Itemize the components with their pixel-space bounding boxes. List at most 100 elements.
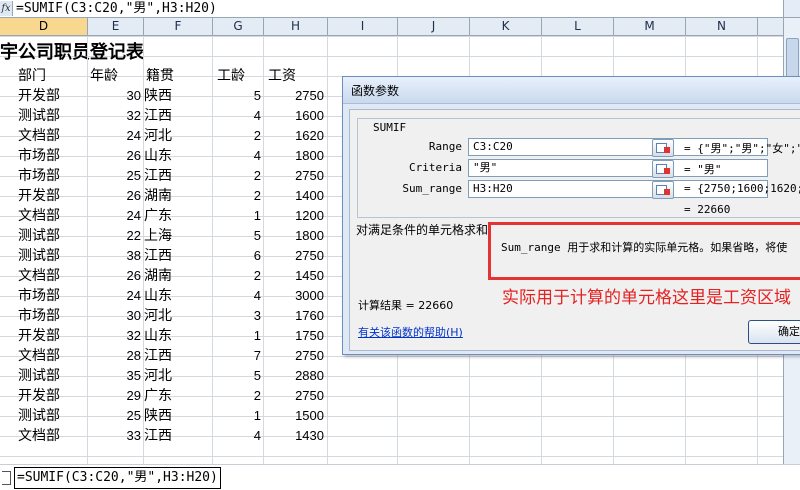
column-header-l[interactable]: L: [542, 18, 614, 35]
cell-salary[interactable]: 3000: [264, 286, 324, 306]
cell-age[interactable]: 29: [88, 386, 141, 406]
active-cell-formula[interactable]: =SUMIF(C3:C20,"男",H3:H20): [14, 467, 221, 489]
cell-tenure[interactable]: 5: [213, 366, 261, 386]
cell-age[interactable]: 32: [88, 106, 141, 126]
cell-age[interactable]: 25: [88, 406, 141, 426]
cell-origin[interactable]: 河北: [144, 306, 204, 326]
cell-origin[interactable]: 陕西: [144, 86, 204, 106]
ok-button[interactable]: 确定: [748, 320, 800, 344]
cell-tenure[interactable]: 2: [213, 186, 261, 206]
cell-salary[interactable]: 1620: [264, 126, 324, 146]
cell-salary[interactable]: 2750: [264, 246, 324, 266]
cell-salary[interactable]: 1760: [264, 306, 324, 326]
cell-dept[interactable]: 开发部: [18, 386, 88, 406]
column-title-tenure[interactable]: 工龄: [217, 66, 261, 86]
cell-dept[interactable]: 市场部: [18, 166, 88, 186]
criteria-input[interactable]: "男": [468, 159, 768, 177]
cell-dept[interactable]: 开发部: [18, 186, 88, 206]
cell-salary[interactable]: 2750: [264, 166, 324, 186]
formula-input[interactable]: =SUMIF(C3:C20,"男",H3:H20): [16, 0, 217, 17]
column-header-g[interactable]: G: [213, 18, 264, 35]
cell-age[interactable]: 33: [88, 426, 141, 446]
cell-dept[interactable]: 开发部: [18, 326, 88, 346]
dialog-titlebar[interactable]: 函数参数: [343, 77, 800, 104]
column-title-salary[interactable]: 工资: [268, 66, 324, 86]
cell-origin[interactable]: 湖南: [144, 266, 204, 286]
cell-tenure[interactable]: 2: [213, 266, 261, 286]
cell-age[interactable]: 28: [88, 346, 141, 366]
cell-age[interactable]: 24: [88, 126, 141, 146]
cell-tenure[interactable]: 4: [213, 146, 261, 166]
cell-origin[interactable]: 河北: [144, 366, 204, 386]
cell-tenure[interactable]: 1: [213, 406, 261, 426]
cell-dept[interactable]: 测试部: [18, 406, 88, 426]
cell-age[interactable]: 26: [88, 146, 141, 166]
cell-origin[interactable]: 湖南: [144, 186, 204, 206]
cell-salary[interactable]: 1750: [264, 326, 324, 346]
function-help-link[interactable]: 有关该函数的帮助(H): [358, 324, 463, 340]
cell-salary[interactable]: 1200: [264, 206, 324, 226]
cell-age[interactable]: 30: [88, 86, 141, 106]
cell-age[interactable]: 30: [88, 306, 141, 326]
cell-origin[interactable]: 广东: [144, 206, 204, 226]
cell-salary[interactable]: 1450: [264, 266, 324, 286]
cell-salary[interactable]: 1600: [264, 106, 324, 126]
column-header-h[interactable]: H: [264, 18, 328, 35]
cell-tenure[interactable]: 1: [213, 206, 261, 226]
range-collapse-button[interactable]: [652, 139, 674, 157]
column-title-dept[interactable]: 部门: [18, 66, 88, 86]
cell-origin[interactable]: 山东: [144, 146, 204, 166]
cell-salary[interactable]: 1800: [264, 226, 324, 246]
cell-dept[interactable]: 文档部: [18, 266, 88, 286]
cell-dept[interactable]: 文档部: [18, 426, 88, 446]
column-header-e[interactable]: E: [88, 18, 144, 35]
cell-dept[interactable]: 测试部: [18, 246, 88, 266]
cell-salary[interactable]: 2750: [264, 346, 324, 366]
cell-origin[interactable]: 上海: [144, 226, 204, 246]
cell-age[interactable]: 24: [88, 286, 141, 306]
cell-salary[interactable]: 2880: [264, 366, 324, 386]
cell-tenure[interactable]: 1: [213, 326, 261, 346]
cell-tenure[interactable]: 4: [213, 426, 261, 446]
cell-origin[interactable]: 江西: [144, 246, 204, 266]
cell-origin[interactable]: 江西: [144, 166, 204, 186]
cell-tenure[interactable]: 2: [213, 166, 261, 186]
cell-salary[interactable]: 1500: [264, 406, 324, 426]
cell-salary[interactable]: 1430: [264, 426, 324, 446]
cell-origin[interactable]: 河北: [144, 126, 204, 146]
cell-origin[interactable]: 广东: [144, 386, 204, 406]
column-header-j[interactable]: J: [398, 18, 470, 35]
cell-dept[interactable]: 测试部: [18, 366, 88, 386]
column-header-n[interactable]: N: [686, 18, 758, 35]
cell-age[interactable]: 35: [88, 366, 141, 386]
column-header-f[interactable]: F: [144, 18, 213, 35]
criteria-collapse-button[interactable]: [652, 160, 674, 178]
cell-tenure[interactable]: 2: [213, 386, 261, 406]
cell-dept[interactable]: 市场部: [18, 146, 88, 166]
cell-tenure[interactable]: 5: [213, 226, 261, 246]
cell-tenure[interactable]: 3: [213, 306, 261, 326]
cell-origin[interactable]: 陕西: [144, 406, 204, 426]
cell-origin[interactable]: 山东: [144, 286, 204, 306]
formula-bar-expand[interactable]: [783, 0, 800, 17]
cell-salary[interactable]: 1400: [264, 186, 324, 206]
cell-dept[interactable]: 文档部: [18, 206, 88, 226]
cell-salary[interactable]: 2750: [264, 86, 324, 106]
column-header-k[interactable]: K: [470, 18, 542, 35]
cell-age[interactable]: 25: [88, 166, 141, 186]
cell-tenure[interactable]: 6: [213, 246, 261, 266]
cell-dept[interactable]: 市场部: [18, 306, 88, 326]
column-title-age[interactable]: 年龄: [90, 66, 140, 86]
cell-origin[interactable]: 山东: [144, 326, 204, 346]
cell-dept[interactable]: 开发部: [18, 86, 88, 106]
cell-age[interactable]: 26: [88, 266, 141, 286]
cell-dept[interactable]: 测试部: [18, 106, 88, 126]
cell-tenure[interactable]: 5: [213, 86, 261, 106]
cell-dept[interactable]: 市场部: [18, 286, 88, 306]
column-header-m[interactable]: M: [614, 18, 686, 35]
cell-tenure[interactable]: 2: [213, 126, 261, 146]
cell-origin[interactable]: 江西: [144, 346, 204, 366]
cell-tenure[interactable]: 4: [213, 286, 261, 306]
cell-dept[interactable]: 文档部: [18, 126, 88, 146]
cell-dept[interactable]: 测试部: [18, 226, 88, 246]
